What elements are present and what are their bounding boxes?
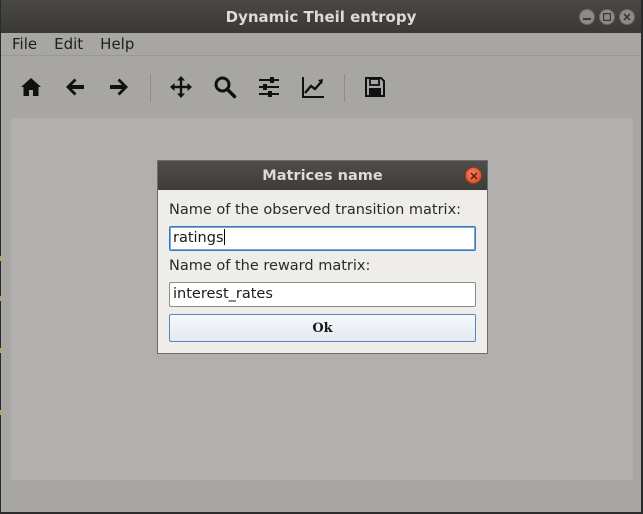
home-button[interactable] — [18, 74, 44, 100]
back-arrow-icon — [66, 78, 84, 96]
window-controls — [579, 9, 635, 25]
observed-matrix-input[interactable]: ratings — [169, 226, 476, 251]
reward-matrix-label: Name of the reward matrix: — [169, 258, 371, 274]
dialog-close-button[interactable] — [465, 167, 482, 184]
edit-axes-icon — [302, 77, 324, 98]
dialog-titlebar[interactable]: Matrices name — [158, 161, 487, 190]
zoom-icon — [214, 76, 237, 99]
forward-arrow-icon — [110, 78, 128, 96]
text-caret — [223, 229, 225, 245]
forward-button[interactable] — [106, 74, 132, 100]
observed-matrix-label: Name of the observed transition matrix: — [169, 202, 462, 218]
reward-matrix-input[interactable]: interest_rates — [169, 282, 476, 307]
close-window-button[interactable] — [619, 9, 635, 25]
minimize-icon — [583, 18, 591, 20]
pan-icon — [170, 76, 192, 98]
ok-button[interactable]: Ok — [169, 314, 476, 342]
edit-axes-button[interactable] — [300, 74, 326, 100]
dialog-title: Matrices name — [262, 167, 383, 184]
subplots-config-button[interactable] — [256, 74, 282, 100]
close-icon — [469, 171, 478, 180]
menu-edit[interactable]: Edit — [43, 35, 89, 53]
subplots-config-icon — [259, 77, 279, 97]
window-title: Dynamic Theil entropy — [225, 7, 417, 26]
menubar: File Edit Help — [1, 33, 641, 56]
maximize-icon — [603, 13, 611, 21]
status-bar — [1, 480, 641, 512]
close-icon — [623, 13, 631, 21]
maximize-button[interactable] — [599, 9, 615, 25]
menu-help[interactable]: Help — [89, 35, 140, 53]
save-button[interactable] — [362, 74, 388, 100]
minimize-button[interactable] — [579, 9, 595, 25]
pan-button[interactable] — [168, 74, 194, 100]
menu-file[interactable]: File — [1, 35, 43, 53]
window-titlebar[interactable]: Dynamic Theil entropy — [1, 0, 641, 33]
toolbar-separator — [344, 74, 345, 102]
back-button[interactable] — [62, 74, 88, 100]
home-icon — [21, 78, 41, 96]
zoom-button[interactable] — [212, 74, 238, 100]
toolbar-separator — [150, 74, 151, 102]
matrices-name-dialog: Matrices name Name of the observed trans… — [158, 161, 487, 353]
save-icon — [365, 77, 385, 97]
toolbar — [1, 56, 641, 118]
